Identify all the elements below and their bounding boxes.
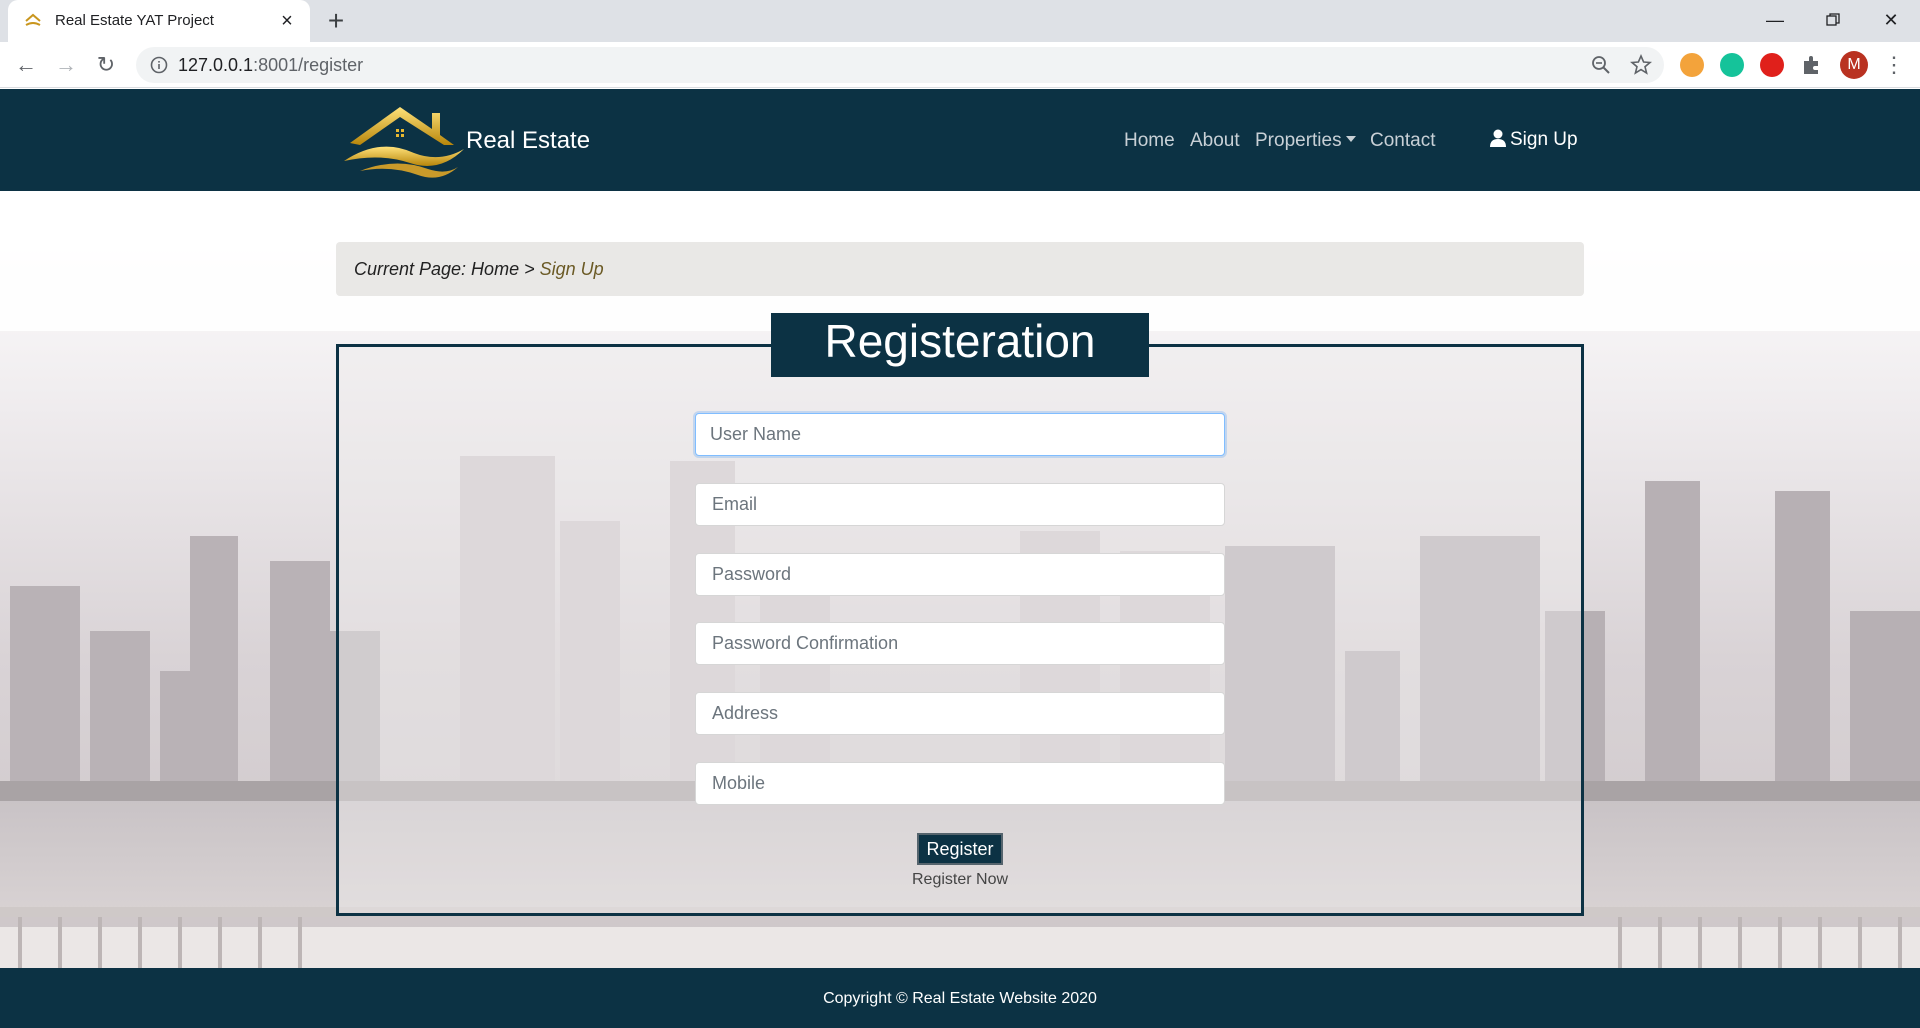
new-tab-icon[interactable]: +	[322, 7, 350, 36]
grammarly-icon[interactable]	[1720, 53, 1744, 77]
browser-tabstrip: Real Estate YAT Project × + — ✕	[0, 0, 1920, 42]
reload-icon[interactable]: ↻	[92, 51, 120, 79]
site-navbar: Real Estate Home About Properties Contac…	[0, 89, 1920, 191]
close-window-icon[interactable]: ✕	[1868, 4, 1914, 36]
house-favicon-icon	[25, 13, 41, 26]
nav-properties[interactable]: Properties	[1255, 130, 1356, 152]
signup-link[interactable]: Sign Up	[1490, 129, 1578, 151]
browser-menu-icon[interactable]: ⋮	[1882, 51, 1906, 79]
bookmark-star-icon[interactable]	[1630, 54, 1652, 76]
email-input[interactable]	[695, 483, 1225, 526]
user-icon	[1490, 129, 1506, 147]
forward-icon[interactable]: →	[52, 51, 80, 79]
copyright-text: Copyright © Real Estate Website 2020	[823, 990, 1097, 1007]
restore-icon[interactable]	[1810, 4, 1856, 36]
breadcrumb: Current Page: Home > Sign Up	[336, 242, 1584, 296]
password-input[interactable]	[695, 553, 1225, 596]
breadcrumb-current: Sign Up	[539, 259, 604, 279]
zoom-icon[interactable]	[1590, 54, 1612, 76]
address-bar[interactable]: 127.0.0.1:8001/register	[136, 47, 1664, 83]
nav-home[interactable]: Home	[1124, 130, 1175, 152]
nav-about[interactable]: About	[1190, 130, 1240, 152]
brand-name[interactable]: Real Estate	[466, 127, 590, 155]
close-tab-icon[interactable]: ×	[276, 10, 298, 32]
tab-title: Real Estate YAT Project	[55, 12, 214, 29]
extensions-puzzle-icon[interactable]	[1800, 53, 1824, 77]
url-text[interactable]: 127.0.0.1:8001/register	[178, 55, 363, 76]
info-icon[interactable]	[150, 56, 168, 74]
extension-image-icon[interactable]	[1680, 53, 1704, 77]
nav-contact[interactable]: Contact	[1370, 130, 1435, 152]
profile-avatar[interactable]: M	[1840, 51, 1868, 79]
form-title: Registeration	[771, 313, 1149, 377]
chevron-down-icon	[1345, 136, 1356, 142]
register-button[interactable]: Register	[917, 833, 1003, 865]
adblock-icon[interactable]	[1760, 53, 1784, 77]
username-input[interactable]	[695, 413, 1225, 456]
minimize-icon[interactable]: —	[1752, 4, 1798, 36]
house-logo-icon[interactable]	[340, 97, 468, 181]
browser-tab[interactable]: Real Estate YAT Project ×	[8, 0, 310, 42]
breadcrumb-text: Current Page: Home > Sign Up	[354, 259, 604, 279]
mobile-input[interactable]	[695, 762, 1225, 805]
register-now-link[interactable]: Register Now	[912, 871, 1008, 889]
back-icon[interactable]: ←	[12, 51, 40, 79]
address-input[interactable]	[695, 692, 1225, 735]
site-footer: Copyright © Real Estate Website 2020	[0, 968, 1920, 1028]
browser-toolbar: ← → ↻ 127.0.0.1:8001/register M ⋮	[0, 42, 1920, 88]
password-confirmation-input[interactable]	[695, 622, 1225, 665]
